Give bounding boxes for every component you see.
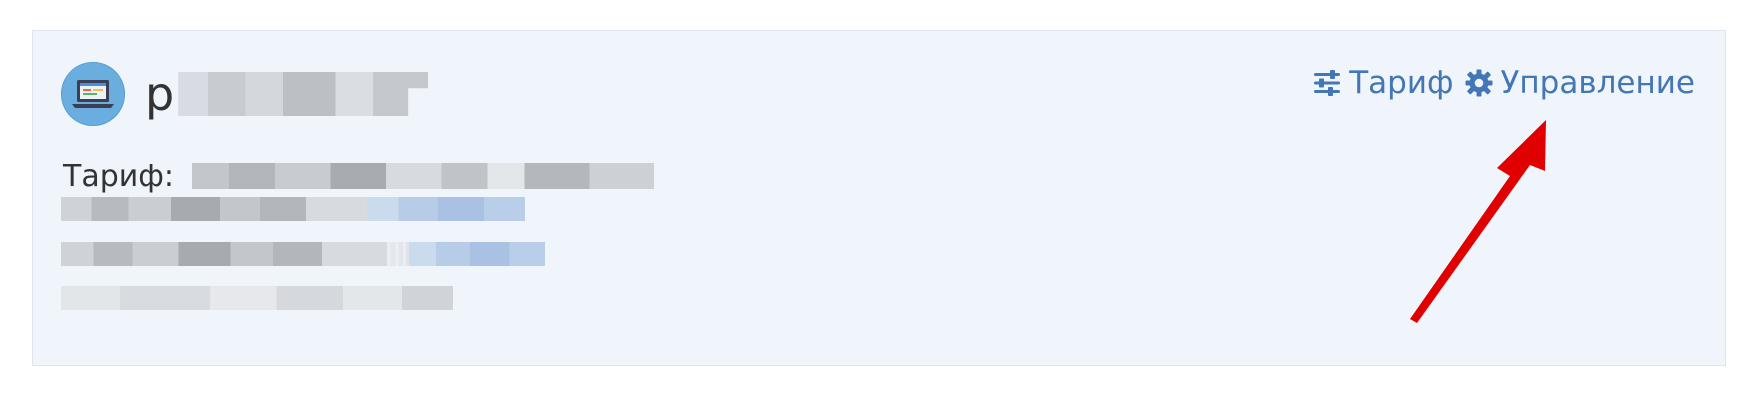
manage-button-label: Управление [1500, 65, 1695, 101]
redacted-text [61, 197, 367, 221]
manage-button[interactable]: Управление [1464, 65, 1695, 101]
server-actions: Тариф Управление [1312, 63, 1695, 103]
tariff-value-redaction [192, 163, 655, 189]
server-name-redaction [178, 71, 429, 117]
tariff-button[interactable]: Тариф [1312, 65, 1454, 101]
laptop-icon [62, 63, 124, 125]
redacted-link [409, 242, 545, 266]
redacted-gap [387, 242, 409, 266]
redacted-info-line [61, 286, 453, 310]
gear-icon [1464, 68, 1494, 98]
server-name-visible-part: р [145, 67, 175, 121]
tariff-label: Тариф: [63, 158, 175, 194]
sliders-icon [1312, 68, 1342, 98]
redacted-text [61, 242, 387, 266]
tariff-button-label: Тариф [1349, 65, 1454, 101]
server-name: р [145, 59, 429, 129]
redacted-text [61, 286, 453, 310]
server-avatar [61, 62, 125, 126]
server-card: р Тариф: Тариф Управление [32, 30, 1726, 366]
redacted-info-line [61, 197, 525, 221]
tariff-row: Тариф: [63, 153, 655, 199]
redacted-info-line [61, 242, 545, 266]
redacted-link [367, 197, 525, 221]
